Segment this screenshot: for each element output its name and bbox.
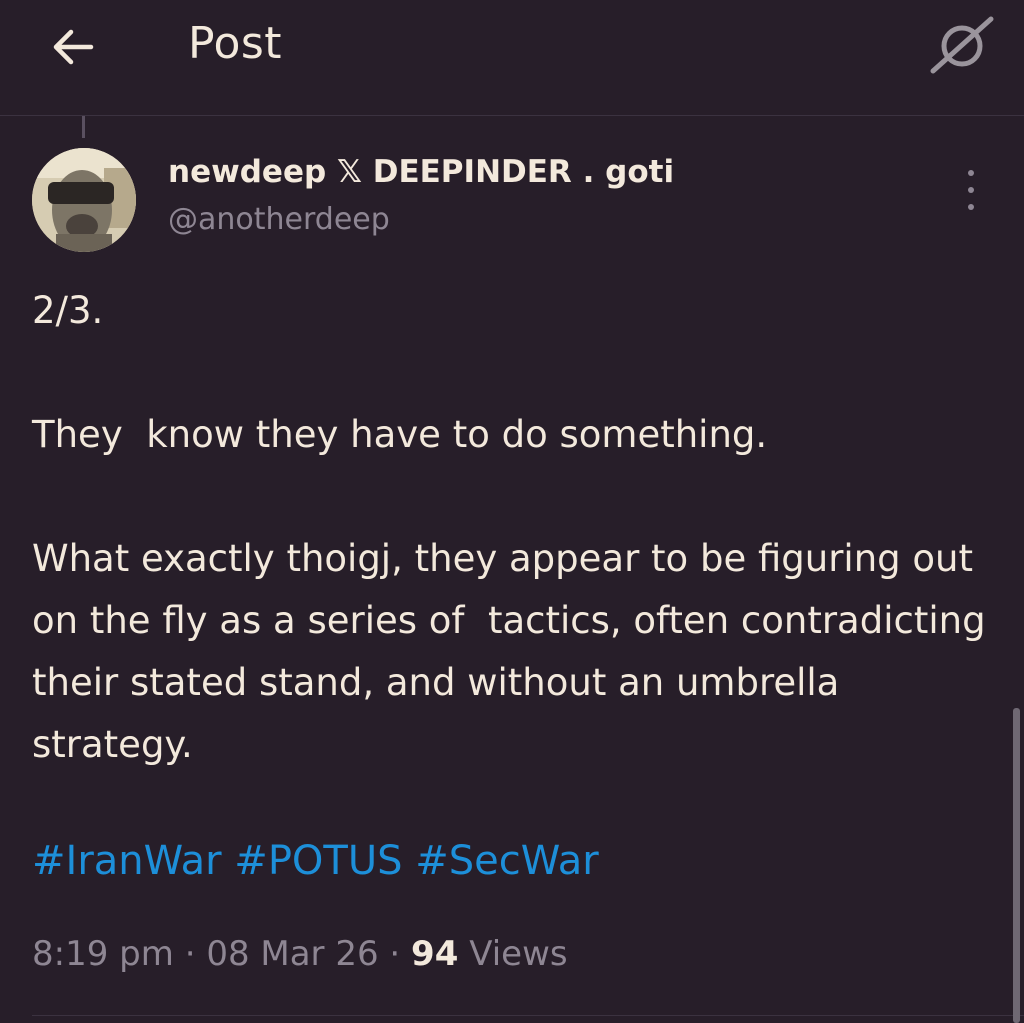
back-button[interactable] — [46, 20, 100, 74]
views-label[interactable]: Views — [469, 934, 567, 974]
hashtag-link[interactable]: #POTUS — [234, 838, 402, 884]
author-display-name[interactable]: newdeep 𝕏 DEEPINDER . goti — [168, 154, 674, 190]
author-handle[interactable]: @anotherdeep — [168, 202, 390, 237]
scrollbar[interactable] — [1013, 708, 1020, 1023]
post-metadata: 8:19 pm · 08 Mar 26 · 94 Views — [32, 934, 568, 974]
more-dot-icon — [968, 170, 974, 176]
thread-connector-line — [82, 116, 85, 138]
avatar[interactable] — [32, 148, 136, 252]
post-paragraph: 2/3. — [32, 289, 104, 332]
views-count[interactable]: 94 — [411, 934, 458, 974]
arrow-left-icon — [53, 29, 94, 65]
post-text: 2/3. They know they have to do something… — [32, 280, 992, 776]
meta-separator: · — [389, 934, 401, 974]
post-time[interactable]: 8:19 pm — [32, 934, 174, 974]
more-dot-icon — [968, 204, 974, 210]
post-date[interactable]: 08 Mar 26 — [206, 934, 378, 974]
grok-icon — [930, 16, 994, 74]
post-paragraph: What exactly thoigj, they appear to be f… — [32, 537, 998, 766]
grok-button[interactable] — [928, 14, 996, 76]
meta-separator: · — [184, 934, 196, 974]
hashtag-link[interactable]: #SecWar — [415, 838, 598, 884]
more-options-button[interactable] — [956, 170, 986, 210]
more-dot-icon — [968, 187, 974, 193]
page-title: Post — [188, 18, 283, 69]
top-bar: Post — [0, 0, 1024, 116]
avatar-image — [32, 148, 136, 252]
divider — [32, 1015, 1024, 1016]
hashtag-list: #IranWar #POTUS #SecWar — [32, 838, 599, 884]
hashtag-link[interactable]: #IranWar — [32, 838, 222, 884]
post-paragraph: They know they have to do something. — [32, 413, 768, 456]
